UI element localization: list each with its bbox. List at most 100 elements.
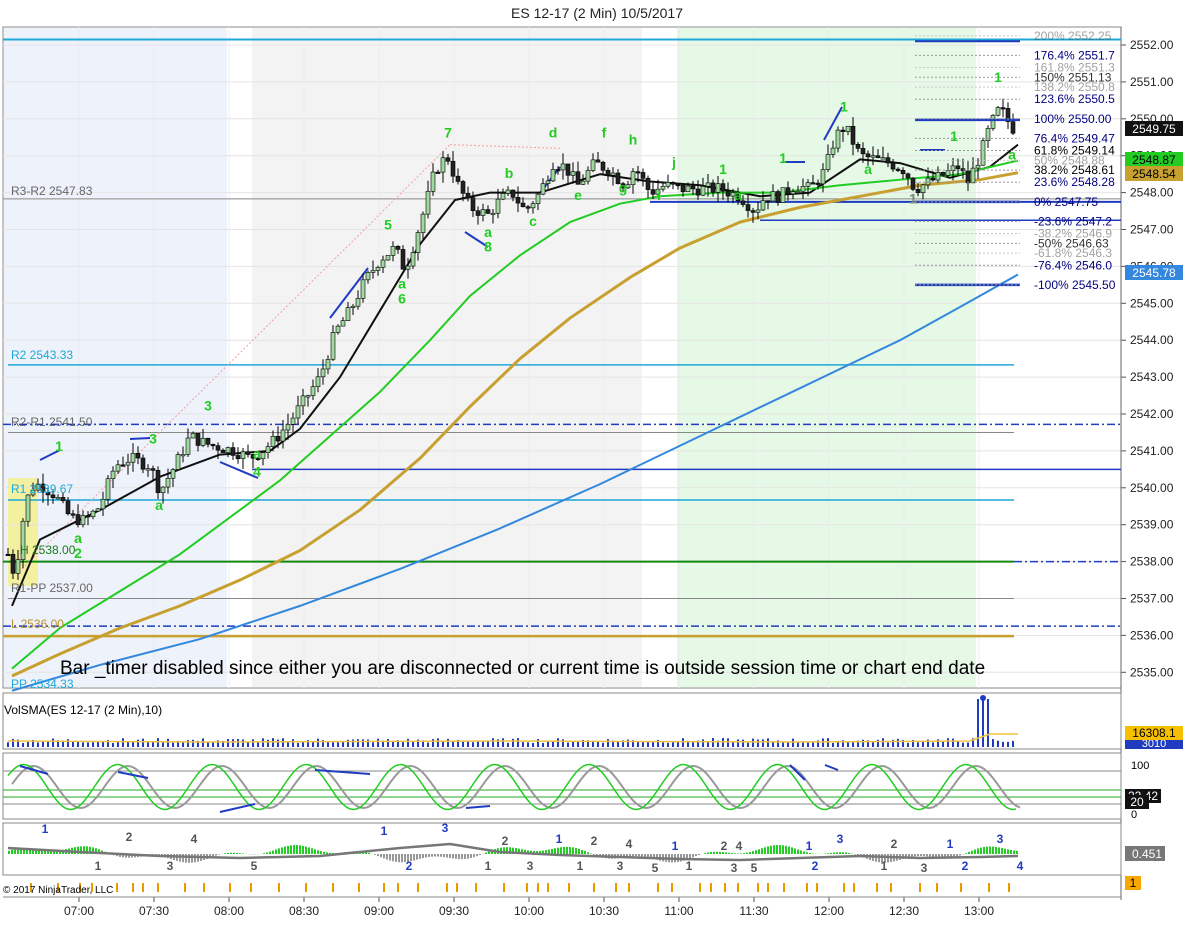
volume-bar	[102, 741, 104, 747]
volume-bar	[137, 739, 139, 747]
oscillator-bar	[563, 846, 565, 854]
oscillator-wave-label: 1	[556, 832, 563, 846]
candle-body	[225, 447, 231, 453]
event-tick	[383, 883, 385, 892]
copyright: © 2017 NinjaTrader, LLC	[3, 885, 113, 896]
candle-body	[550, 169, 556, 182]
volume-bar	[317, 738, 319, 747]
oscillator-bar	[443, 854, 445, 858]
event-tick	[397, 883, 399, 892]
oscillator-wave-label: 2	[962, 859, 969, 873]
candle-body	[770, 191, 776, 202]
oscillator-bar	[290, 845, 292, 854]
event-tick	[229, 883, 231, 892]
volume-bar	[557, 738, 559, 747]
candle-body	[275, 435, 281, 442]
volume-bar	[552, 741, 554, 747]
events-badge: 1	[1125, 876, 1141, 890]
volume-bar	[87, 742, 89, 747]
oscillator-bar	[755, 850, 757, 854]
oscillator-bar	[782, 845, 784, 854]
volume-bar	[432, 739, 434, 747]
volume-badge: 3010 16308.1	[1125, 726, 1183, 750]
oscillator-bar	[920, 854, 922, 857]
candle-body	[265, 446, 271, 453]
event-tick	[767, 883, 769, 892]
candle-body	[525, 206, 531, 209]
price-axis-label: 2544.00	[1130, 333, 1174, 347]
price-chart[interactable]: 2552.002551.002550.002549.002548.002547.…	[0, 0, 1200, 952]
candle-body	[240, 451, 246, 460]
svg-text:2548.54: 2548.54	[1132, 167, 1176, 181]
candle-body	[675, 183, 681, 187]
wave-label: 6	[398, 290, 406, 306]
volume-bar	[747, 742, 749, 747]
oscillator-bar	[419, 854, 421, 859]
event-tick	[132, 883, 134, 892]
event-tick	[628, 883, 630, 892]
pivot-label-h: H 2538.00	[20, 543, 76, 557]
oscillator-wave-label: 3	[442, 821, 449, 835]
candle-body	[280, 429, 286, 442]
volume-bar	[332, 742, 334, 747]
oscillator-bar	[455, 854, 457, 859]
candle-body	[420, 213, 426, 233]
oscillator-wave-label: 2	[126, 830, 133, 844]
candle-body	[665, 182, 671, 187]
volume-bar	[462, 741, 464, 747]
event-tick	[890, 883, 892, 892]
candle-body	[650, 189, 656, 195]
oscillator-bar	[188, 854, 190, 863]
volume-bar	[252, 739, 254, 747]
oscillator-bar	[383, 854, 385, 859]
candle-body	[815, 182, 821, 185]
candle-body	[555, 169, 561, 172]
oscillator-bar	[989, 846, 991, 854]
volume-bar	[292, 739, 294, 747]
candle-body	[220, 449, 226, 453]
oscillator-bar	[587, 852, 589, 854]
candle-body	[835, 129, 841, 149]
volume-bar	[377, 738, 379, 747]
volume-bar	[847, 741, 849, 747]
candle-body	[575, 171, 581, 185]
volume-bar	[987, 699, 989, 747]
candle-body	[440, 157, 446, 173]
candle-body	[335, 325, 341, 333]
oscillator-bar	[281, 847, 283, 854]
oscillator-bar	[680, 854, 682, 862]
oscillator-bar	[695, 854, 697, 857]
candle-body	[645, 178, 651, 190]
fib-label: 0% 2547.75	[1034, 195, 1098, 209]
oscillator-bar	[215, 854, 217, 856]
oscillator-bar	[914, 854, 916, 857]
oscillator-bar	[1001, 848, 1003, 854]
oscillator-bar	[638, 854, 640, 857]
oscillator-wave-label: 2	[502, 834, 509, 848]
event-tick	[417, 883, 419, 892]
oscillator-bar	[386, 854, 388, 860]
candle-body	[480, 209, 486, 216]
event-tick	[547, 883, 549, 892]
time-axis-label: 08:30	[289, 904, 319, 918]
volume-bar	[692, 742, 694, 747]
volume-bar	[992, 739, 994, 747]
candle-body	[345, 307, 351, 321]
oscillator-wave-label: 1	[806, 839, 813, 853]
volume-bar	[77, 741, 79, 747]
volume-bar	[762, 739, 764, 747]
event-tick	[757, 883, 759, 892]
candle-body	[995, 107, 1001, 116]
oscillator-bar	[464, 854, 466, 860]
event-tick	[142, 883, 144, 892]
pivot-label-r2r1: R2-R1 2541.50	[11, 415, 93, 429]
volume-bar	[267, 739, 269, 747]
oscillator-bar	[368, 852, 370, 854]
volume-bar	[652, 741, 654, 747]
time-axis-label: 07:30	[139, 904, 169, 918]
candle-body	[825, 154, 831, 170]
oscillator-bar	[476, 854, 478, 857]
oscillator-bar	[743, 853, 745, 854]
volume-bar	[672, 741, 674, 747]
candle-body	[200, 437, 206, 446]
